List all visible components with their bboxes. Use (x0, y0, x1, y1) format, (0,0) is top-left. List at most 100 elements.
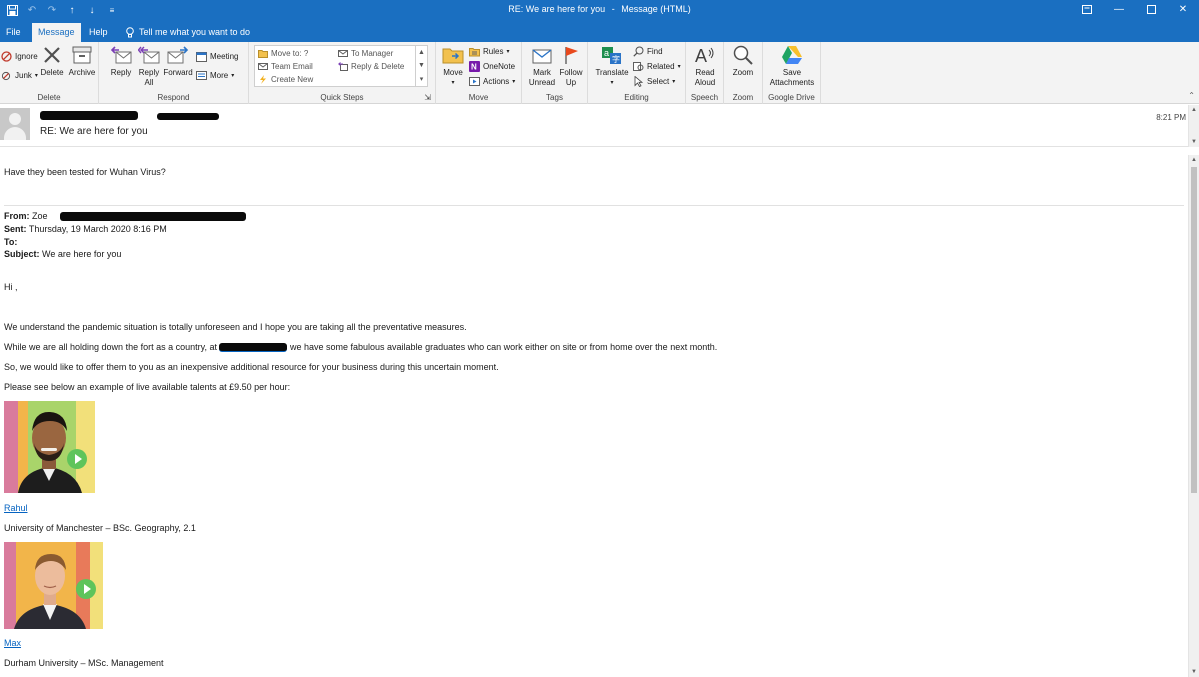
actions-dropdown-icon: ▾ (512, 79, 516, 85)
forward-label: Forward (163, 68, 193, 77)
header-scroll-down-icon[interactable]: ▼ (1189, 137, 1199, 147)
read-aloud-icon: A (694, 44, 716, 66)
quick-step-create-new[interactable]: Create New (258, 75, 313, 84)
read-aloud-label-2: Aloud (694, 78, 716, 87)
quick-steps-more-icon[interactable]: ▾ (420, 75, 424, 83)
candidate-education-rahul: University of Manchester – BSc. Geograph… (4, 523, 196, 533)
candidate-photo-rahul[interactable] (4, 401, 95, 493)
quick-steps-scroll[interactable]: ▲ ▼ ▾ (415, 46, 427, 86)
select-label: Select (647, 77, 670, 86)
tab-help[interactable]: Help (83, 23, 114, 42)
ribbon-display-options-icon[interactable] (1071, 0, 1103, 19)
mark-unread-label-2: Unread (528, 78, 556, 87)
body-scroll-up-icon[interactable]: ▲ (1189, 155, 1199, 165)
related-dropdown-icon: ▾ (677, 64, 681, 70)
save-attachments-button[interactable]: Save Attachments (766, 44, 818, 88)
play-video-icon[interactable] (67, 449, 87, 469)
forward-button[interactable]: Forward (163, 44, 193, 78)
select-button[interactable]: Select ▾ (633, 76, 675, 87)
svg-text:字: 字 (612, 54, 620, 64)
move-dropdown-icon: ▾ (451, 80, 455, 86)
actions-button[interactable]: Actions ▾ (469, 76, 515, 87)
archive-button[interactable]: Archive (67, 44, 97, 78)
follow-up-label-1: Follow (559, 68, 583, 77)
message-body: Have they been tested for Wuhan Virus? F… (0, 148, 1188, 677)
quoted-to-label: To: (4, 237, 18, 247)
quick-step-to-manager[interactable]: To Manager (338, 49, 393, 58)
candidate-name-max[interactable]: Max (4, 638, 21, 648)
quoted-subject-value: We are here for you (42, 249, 122, 259)
window-title-suffix: Message (HTML) (621, 4, 691, 14)
related-label: Related (647, 62, 675, 71)
ribbon: Ignore Junk ▾ Delete Archive Delete Repl… (0, 42, 1199, 104)
follow-up-button[interactable]: Follow Up (558, 44, 584, 88)
minimize-icon[interactable]: — (1103, 0, 1135, 19)
candidate-photo-max[interactable] (4, 542, 103, 629)
paragraph-2-before: While we are all holding down the fort a… (4, 342, 217, 352)
header-scrollbar[interactable]: ▲ ▼ (1188, 105, 1199, 147)
tab-message[interactable]: Message (32, 23, 81, 42)
quick-step-reply-delete-label: Reply & Delete (351, 62, 405, 71)
body-scrollbar[interactable]: ▲ ▼ (1188, 155, 1199, 677)
find-button[interactable]: Find (633, 46, 663, 57)
candidate-link-rahul[interactable]: Rahul (4, 503, 28, 513)
junk-button[interactable]: Junk ▾ (1, 70, 38, 81)
candidate-name-rahul[interactable]: Rahul (4, 503, 28, 513)
translate-button[interactable]: a字 Translate ▾ (595, 44, 629, 88)
meeting-button[interactable]: Meeting (196, 51, 238, 62)
candidate-link-max[interactable]: Max (4, 638, 21, 648)
reply-button[interactable]: Reply (108, 44, 134, 78)
move-group: Move ▾ Rules ▾ N OneNote Actions ▾ Move (436, 42, 522, 104)
ignore-button[interactable]: Ignore (1, 51, 38, 62)
quick-steps-dialog-launcher-icon[interactable]: ⇲ (424, 93, 431, 102)
quick-steps-up-icon[interactable]: ▲ (418, 49, 425, 56)
move-label: Move (443, 68, 463, 77)
quick-step-team-email[interactable]: Team Email (258, 62, 313, 71)
quoted-sent: Sent: Thursday, 19 March 2020 8:16 PM (4, 224, 167, 234)
close-icon[interactable]: ✕ (1167, 0, 1199, 19)
message-header: RE: We are here for you 8:21 PM ▲ ▼ (0, 105, 1199, 147)
reply-icon (110, 44, 132, 66)
play-video-icon[interactable] (76, 579, 96, 599)
read-aloud-button[interactable]: A Read Aloud (691, 44, 719, 88)
move-button[interactable]: Move ▾ (441, 44, 465, 88)
delete-label: Delete (40, 68, 64, 77)
delete-button[interactable]: Delete (40, 44, 64, 78)
body-scroll-thumb[interactable] (1191, 167, 1197, 493)
zoom-group: Zoom Zoom (724, 42, 763, 104)
onenote-button[interactable]: N OneNote (469, 61, 515, 72)
quick-steps-group-label: Quick Steps (320, 93, 364, 102)
quick-step-reply-delete[interactable]: Reply & Delete (338, 62, 404, 71)
quoted-subject-label: Subject: (4, 249, 40, 259)
mark-unread-button[interactable]: Mark Unread (528, 44, 556, 88)
quoted-from-label: From: (4, 211, 30, 221)
forward-icon (167, 44, 189, 66)
quick-steps-down-icon[interactable]: ▼ (418, 62, 425, 69)
magnifier-icon (732, 44, 754, 66)
quick-step-to-manager-label: To Manager (351, 49, 394, 58)
quoted-sent-label: Sent: (4, 224, 27, 234)
rules-button[interactable]: Rules ▾ (469, 46, 509, 57)
tell-me-search[interactable]: Tell me what you want to do (126, 23, 250, 42)
quick-step-move-to[interactable]: Move to: ? (258, 49, 308, 58)
related-icon (633, 61, 644, 72)
related-button[interactable]: Related ▾ (633, 61, 681, 72)
onenote-label: OneNote (483, 62, 516, 71)
tags-group: Mark Unread Follow Up Tags (522, 42, 588, 104)
reply-all-icon (138, 44, 160, 66)
ribbon-collapse-icon[interactable]: ⌃ (1188, 91, 1195, 100)
maximize-icon[interactable] (1135, 0, 1167, 19)
editing-group: a字 Translate ▾ Find Related ▾ Select ▾ E… (588, 42, 686, 104)
more-respond-button[interactable]: More ▾ (196, 70, 234, 81)
paragraph-1: We understand the pandemic situation is … (4, 322, 467, 332)
meeting-icon (196, 51, 207, 62)
reply-all-button[interactable]: Reply All (136, 44, 162, 88)
svg-text:A: A (695, 46, 707, 66)
body-scroll-down-icon[interactable]: ▼ (1189, 667, 1199, 677)
zoom-button[interactable]: Zoom (730, 44, 756, 78)
header-scroll-up-icon[interactable]: ▲ (1189, 105, 1199, 115)
redacted-company-link[interactable] (219, 343, 287, 352)
move-to-folder-icon (258, 50, 268, 58)
save-attachments-label-1: Save (782, 68, 802, 77)
tab-file[interactable]: File (0, 23, 27, 42)
